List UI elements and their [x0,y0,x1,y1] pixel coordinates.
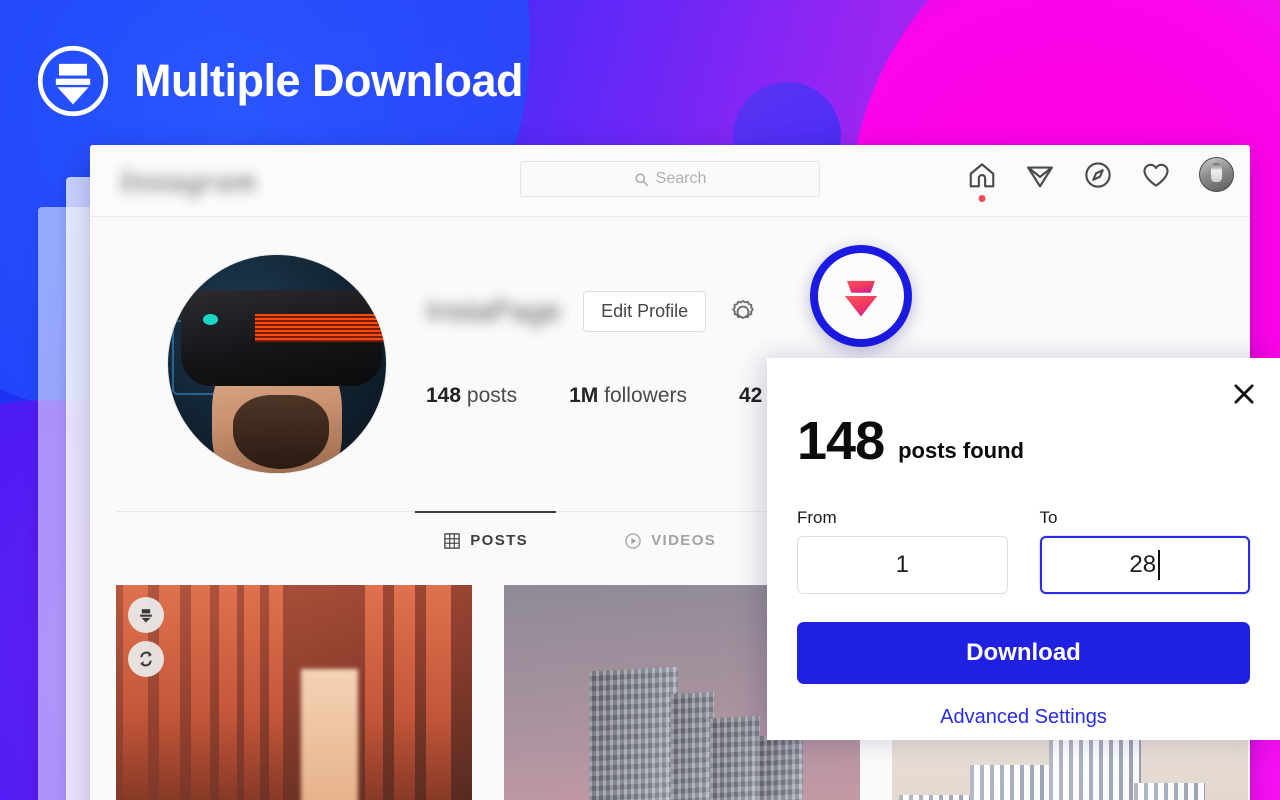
tab-videos[interactable]: VIDEOS [624,512,716,570]
avatar-headset-stripes [255,313,386,343]
to-input-value: 28 [1129,551,1157,578]
posts-found-row: 148 posts found [797,414,1250,468]
nav-home-button[interactable] [967,160,997,202]
post-repost-button[interactable] [128,641,164,677]
avatar-headset-led [202,313,219,325]
close-button[interactable] [1230,380,1258,408]
post-thumbnail[interactable] [116,585,472,800]
search-icon [635,172,648,186]
from-input-value: 1 [895,551,909,578]
profile-username: InstaPage [426,294,562,328]
heart-icon[interactable] [1141,160,1171,190]
app-background: Multiple Download Instagram Search Insta… [0,0,1280,800]
download-circle-icon [37,45,109,117]
home-icon [969,162,995,187]
grid-icon [444,532,460,549]
play-circle-icon [625,532,641,549]
stat-following-value: 42 [739,384,763,407]
avatar-beard [233,394,330,469]
thumb-tunnel-light [301,669,359,800]
to-label: To [1039,508,1058,527]
profile-avatar-image[interactable] [168,255,386,473]
avatar[interactable] [1199,157,1234,192]
tab-posts[interactable]: POSTS [415,510,556,570]
range-fields: From 1 To 28 [797,508,1250,594]
stat-followers-value: 1M [569,384,599,407]
download-arrow-icon [844,280,878,317]
from-input[interactable]: 1 [797,536,1008,594]
post-download-button[interactable] [128,597,164,633]
brand-title: Multiple Download [134,55,523,106]
search-placeholder: Search [655,170,707,187]
download-launcher-button[interactable] [810,245,912,347]
post-overlay-actions [128,597,164,677]
search-input[interactable]: Search [520,161,820,197]
download-icon [140,609,152,623]
posts-found-count: 148 [797,411,885,471]
to-field-group: To 28 [1039,508,1250,594]
download-panel: 148 posts found From 1 To 28 Download Ad… [767,358,1280,740]
instagram-navbar: Instagram Search [90,145,1250,217]
stat-posts-label: posts [466,384,518,407]
stat-followers: 1M followers [569,384,687,408]
navbar-icon-group [967,157,1234,202]
instagram-logo-text: Instagram [120,162,257,198]
stat-posts-value: 148 [426,384,462,407]
tab-videos-label: VIDEOS [651,532,717,549]
download-button[interactable]: Download [797,622,1250,684]
paper-plane-icon[interactable] [1025,160,1055,190]
from-field-group: From 1 [797,508,1008,594]
instagram-logo[interactable]: Instagram [120,163,295,199]
repost-icon [140,651,152,667]
advanced-settings-link[interactable]: Advanced Settings [797,706,1250,729]
close-icon [1234,384,1254,404]
edit-profile-button[interactable]: Edit Profile [583,291,707,332]
compass-icon[interactable] [1083,160,1113,190]
posts-found-label: posts found [898,438,1024,463]
to-input[interactable]: 28 [1039,536,1250,594]
brand-header: Multiple Download [34,42,523,120]
tab-posts-label: POSTS [470,532,529,549]
notification-dot [978,194,986,202]
from-label: From [797,508,837,527]
stat-followers-label: followers [604,384,687,407]
stat-posts: 148 posts [426,384,517,408]
text-caret [1158,550,1161,580]
gear-icon[interactable] [728,297,758,327]
